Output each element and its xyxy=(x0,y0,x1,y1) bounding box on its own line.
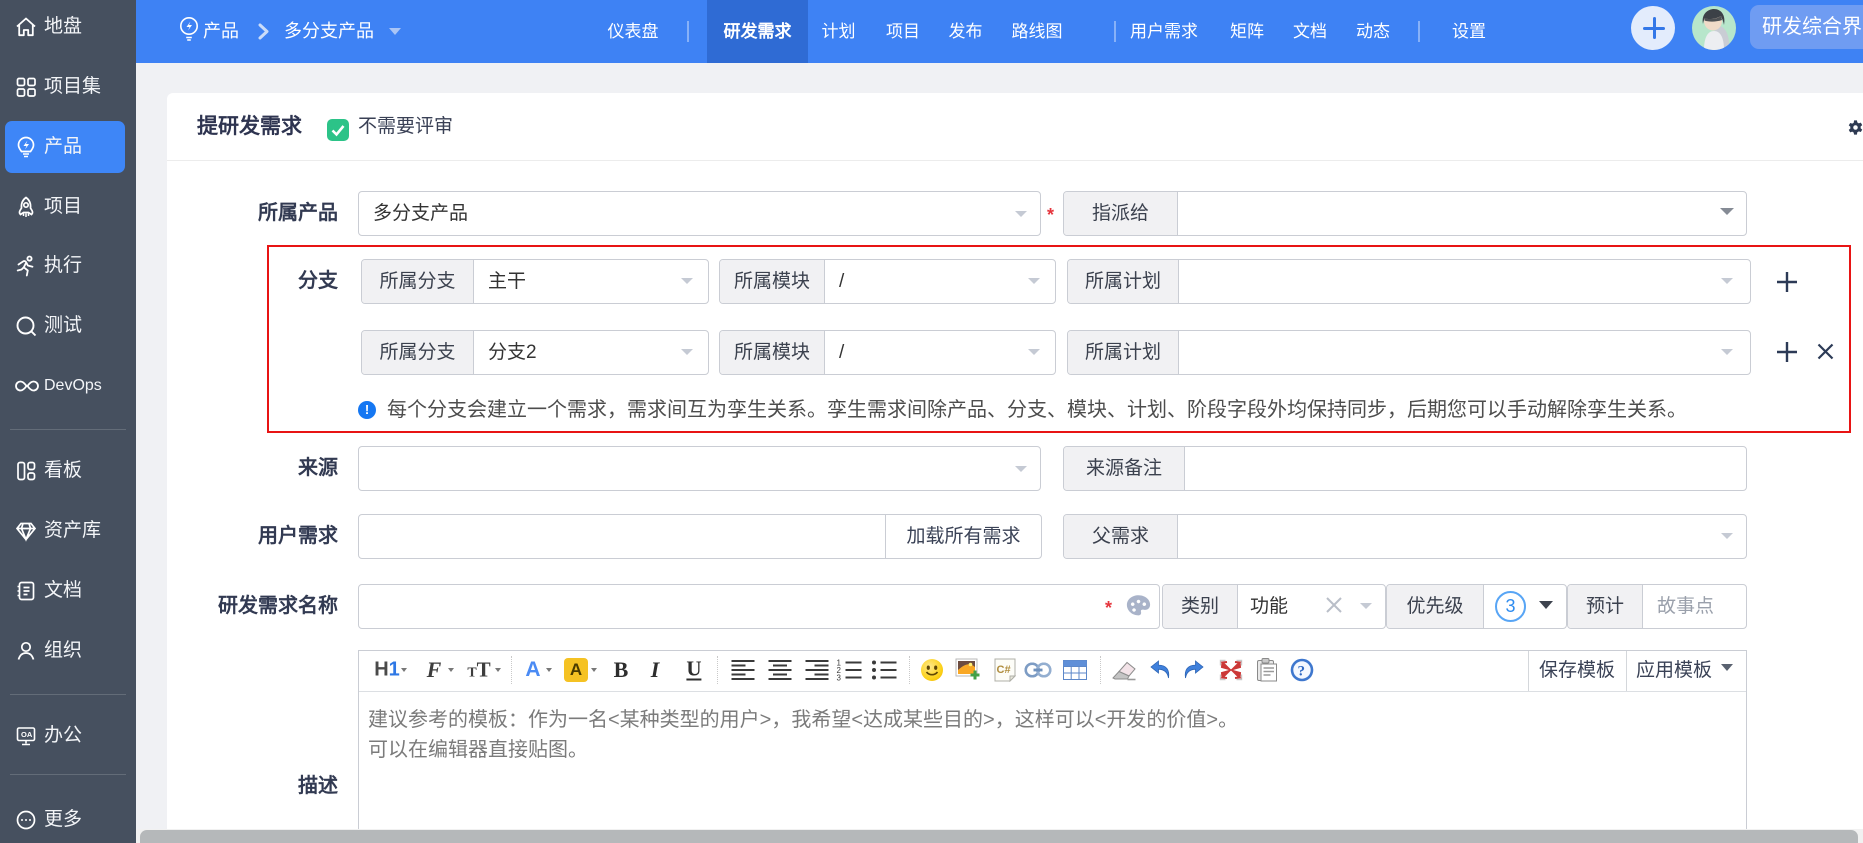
svg-text:OA: OA xyxy=(21,730,33,739)
svg-text:3: 3 xyxy=(837,674,842,682)
svg-text:C#: C# xyxy=(997,664,1011,676)
svg-text:?: ? xyxy=(1298,664,1306,680)
